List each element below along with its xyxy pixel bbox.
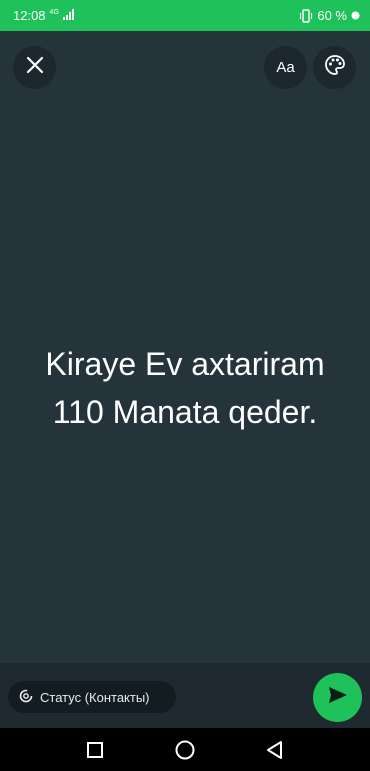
home-button[interactable]: [165, 730, 205, 770]
status-left: 12:08 4G: [13, 8, 75, 23]
audience-selector[interactable]: Статус (Контакты): [8, 681, 176, 713]
close-icon: [26, 56, 44, 79]
back-button[interactable]: [255, 730, 295, 770]
status-text-line-1: Kiraye Ev axtariram: [45, 346, 325, 382]
send-icon: [328, 686, 348, 709]
vibrate-icon: [299, 8, 313, 23]
status-text[interactable]: Kiraye Ev axtariram 110 Manata qeder.: [0, 340, 370, 436]
font-button[interactable]: Aa: [264, 46, 307, 89]
status-bar: 12:08 4G 60 %: [0, 0, 370, 31]
network-type: 4G: [49, 9, 59, 16]
recents-button[interactable]: [75, 730, 115, 770]
audience-label: Статус (Контакты): [40, 689, 150, 705]
navigation-bar: [0, 728, 370, 771]
status-text-line-2: 110 Manata qeder.: [52, 394, 318, 430]
signal-icon: [62, 8, 75, 23]
status-time: 12:08: [13, 8, 46, 23]
battery-level: 60 %: [317, 8, 347, 23]
color-button[interactable]: [313, 46, 356, 89]
send-button[interactable]: [313, 673, 362, 722]
battery-icon: [351, 11, 360, 20]
status-icon: [19, 689, 33, 706]
status-right: 60 %: [299, 8, 360, 23]
close-button[interactable]: [13, 46, 56, 89]
palette-icon: [324, 54, 346, 81]
font-label: Aa: [276, 59, 295, 76]
